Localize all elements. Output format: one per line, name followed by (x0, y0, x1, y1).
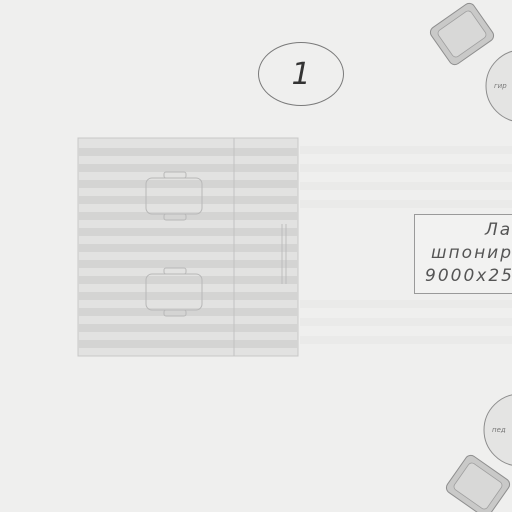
material-note-box: Лам шпониро 9000x25 (414, 214, 512, 294)
callout-marker: 1 (258, 42, 344, 106)
material-note-line-3: 9000x25 (425, 266, 512, 286)
callout-number: 1 (291, 56, 311, 92)
chair-label-bottom: пед (492, 426, 506, 434)
material-note-line-1: Лам (485, 220, 512, 240)
chair-label-top: гир (494, 82, 507, 90)
material-note-line-2: шпониро (431, 243, 512, 263)
armchair-bottom-right (445, 454, 511, 512)
armchair-top-right (429, 2, 495, 66)
slatted-table (77, 137, 299, 357)
